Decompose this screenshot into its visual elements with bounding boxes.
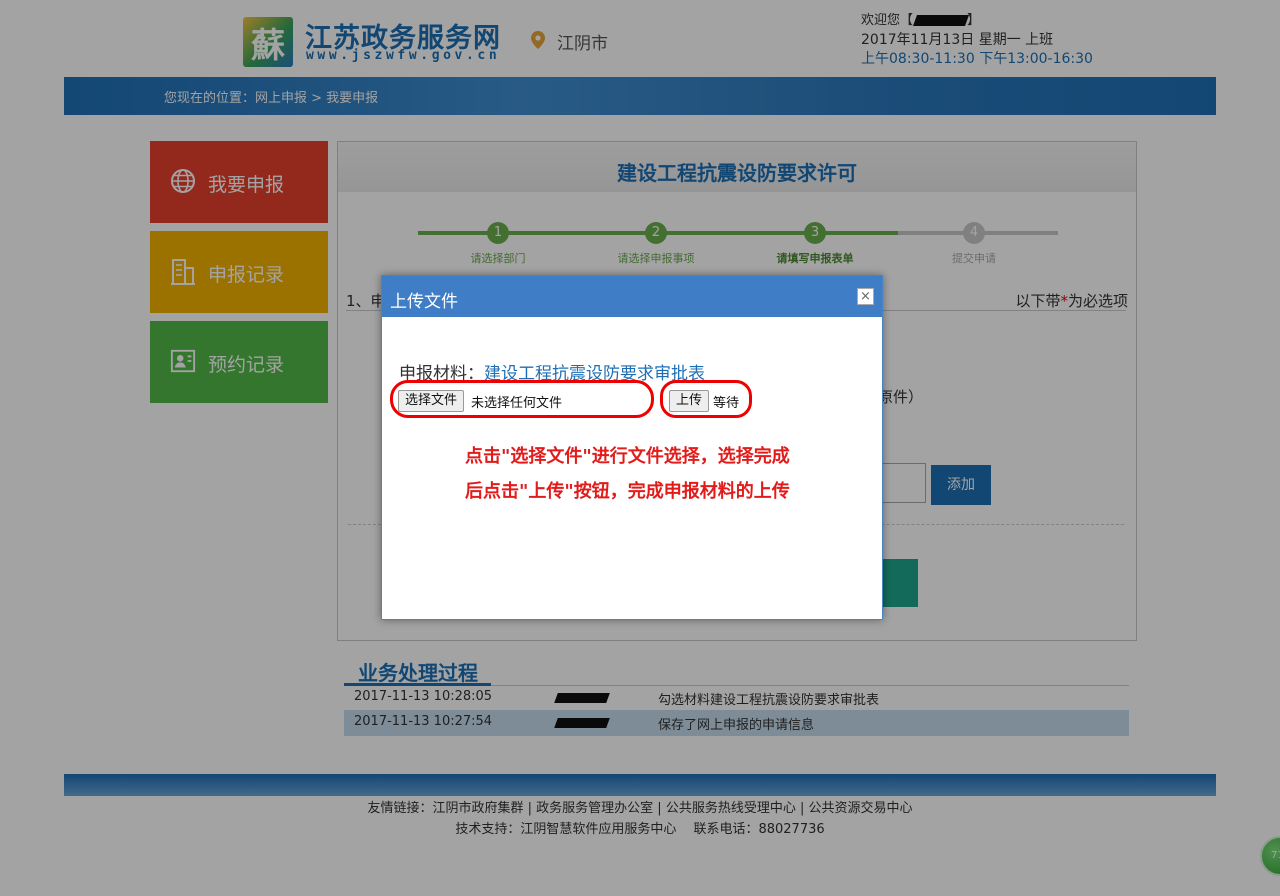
upload-status: 等待 [713,396,740,411]
upload-button[interactable]: 上传 [669,390,710,412]
close-icon[interactable]: × [857,288,874,305]
file-status: 未选择任何文件 [471,396,563,411]
dialog-header: 上传文件 × [382,276,882,317]
instruction-line-2: 后点击"上传"按钮，完成申报材料的上传 [465,481,790,502]
instruction-line-1: 点击"选择文件"进行文件选择，选择完成 [465,446,790,467]
dialog-title: 上传文件 [390,292,458,312]
upload-dialog: 上传文件 × 申报材料：建设工程抗震设防要求审批表 选择文件 未选择任何文件 上… [381,275,883,620]
choose-file-button[interactable]: 选择文件 [398,390,465,412]
